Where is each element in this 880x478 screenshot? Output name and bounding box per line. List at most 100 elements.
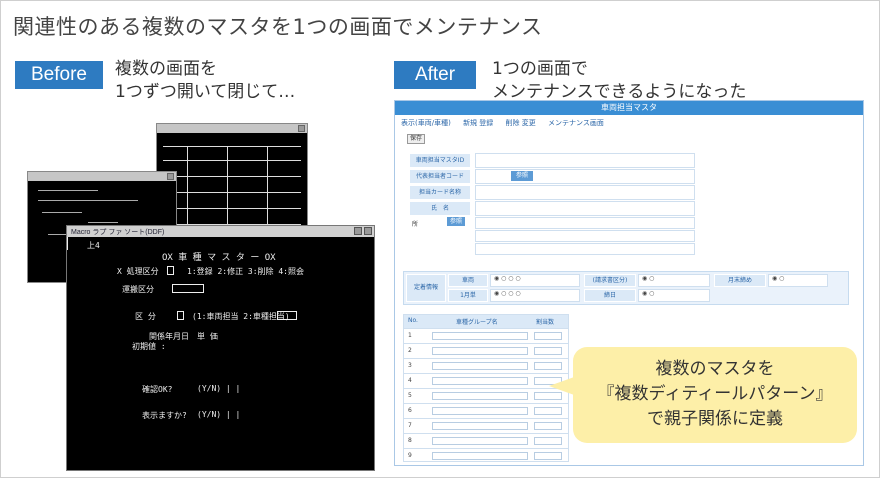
table-row: 8 — [404, 433, 568, 448]
close-icon — [167, 173, 174, 180]
row-number: 4 — [408, 377, 412, 384]
toolbar-item-maintenance[interactable]: メンテナンス画面 — [548, 119, 604, 127]
reference-button[interactable]: 参照 — [511, 171, 533, 181]
invoice-radio-group[interactable]: ◉ ○ — [638, 274, 710, 287]
count-input[interactable] — [534, 407, 562, 415]
master-form: 車両担当マスタID 代表担当者コード 参照 担当カード名称 氏 名 所 参照 — [403, 153, 849, 256]
toolbar-item-edit[interactable]: 削除 変更 — [506, 119, 536, 127]
row-number: 8 — [408, 437, 412, 444]
title-bar: Macro ラプ ファ ソート(DDF) — [67, 226, 374, 237]
table-row: 5 — [404, 388, 568, 403]
field-label-5: 初期値 : — [132, 342, 166, 351]
row-number: 3 — [408, 362, 412, 369]
count-input[interactable] — [534, 452, 562, 460]
callout-line2: 『複数ディティールパターン』 — [597, 384, 833, 404]
label-name: 氏 名 — [409, 201, 471, 216]
label-closing: 締日 — [584, 289, 636, 302]
group-name-input[interactable] — [432, 452, 528, 460]
after-badge: After — [394, 61, 476, 89]
label-month-end: 月末締め — [714, 274, 766, 287]
group-name-input[interactable] — [432, 437, 528, 445]
label-invoice: (請求書区分) — [584, 274, 636, 287]
office-row-2 — [475, 230, 695, 242]
group-name-input[interactable] — [432, 332, 528, 340]
callout-line3: で親子関係に定義 — [647, 409, 783, 429]
window-title: 車両担当マスタ — [395, 101, 863, 115]
label-settings: 定着情報 — [406, 274, 446, 302]
confirm-prompt-2: 表示ますか? — [142, 411, 187, 420]
rep-code-input[interactable] — [475, 169, 695, 184]
field-label-2: 運搬区分 — [122, 285, 154, 294]
name-input[interactable] — [475, 201, 695, 216]
row-number: 9 — [408, 452, 412, 459]
legacy-terminal-window-main: Macro ラプ ファ ソート(DDF) 上4 OX 車 種 マ ス タ ー O… — [66, 225, 375, 471]
group-name-input[interactable] — [432, 422, 528, 430]
count-input[interactable] — [534, 422, 562, 430]
settings-section: 定着情報 車両 ◉ ○ ○ ○ 1月単 ◉ ○ ○ ○ (請求書区分) ◉ ○ … — [403, 271, 849, 305]
screen-label: 上4 — [87, 241, 100, 250]
label-rep-code: 代表担当者コード — [409, 169, 471, 184]
before-badge: Before — [15, 61, 103, 89]
group-name-input[interactable] — [432, 407, 528, 415]
callout-bubble: 複数のマスタを 『複数ディティールパターン』 で親子関係に定義 — [573, 347, 857, 443]
monthly-radio-group[interactable]: ◉ ○ ○ ○ — [490, 289, 580, 302]
count-input[interactable] — [534, 437, 562, 445]
month-end-radio-group[interactable]: ◉ ○ — [768, 274, 828, 287]
count-input[interactable] — [534, 332, 562, 340]
row-number: 7 — [408, 422, 412, 429]
before-caption-line1: 複数の画面を — [115, 59, 217, 79]
table-row: 4 — [404, 373, 568, 388]
closing-radio-group[interactable]: ◉ ○ — [638, 289, 710, 302]
row-number: 5 — [408, 392, 412, 399]
screen-title: OX 車 種 マ ス タ ー OX — [162, 253, 276, 263]
label-card-name: 担当カード名称 — [409, 185, 471, 200]
grid-header: No. 車種グループ名 割当数 — [404, 315, 568, 328]
toolbar-item-list[interactable]: 表示(車両/車種) — [401, 119, 451, 127]
group-name-input[interactable] — [432, 377, 528, 385]
row-number: 2 — [408, 347, 412, 354]
title-bar — [157, 124, 307, 133]
close-icon — [364, 227, 372, 235]
table-row: 1 — [404, 328, 568, 343]
group-name-input[interactable] — [432, 392, 528, 400]
row-number: 1 — [408, 332, 412, 339]
office-reference-button[interactable]: 参照 — [447, 217, 465, 226]
row-number: 6 — [408, 407, 412, 414]
close-icon — [298, 125, 305, 132]
count-input[interactable] — [534, 362, 562, 370]
save-button[interactable]: 保存 — [407, 134, 425, 144]
table-row: 3 — [404, 358, 568, 373]
col-header-count: 割当数 — [536, 319, 555, 326]
label-monthly: 1月単 — [448, 289, 488, 302]
after-caption-line1: 1つの画面で — [492, 59, 588, 79]
office-row-1 — [475, 217, 695, 229]
table-row: 7 — [404, 418, 568, 433]
field-label-1: X 処理区分 — [117, 267, 159, 276]
card-name-input[interactable] — [475, 185, 695, 200]
callout-line1: 複数のマスタを — [655, 359, 775, 379]
field-label-3: 区 分 — [135, 312, 156, 321]
label-master-id: 車両担当マスタID — [409, 153, 471, 168]
confirm-prompt-1: 確認OK? — [142, 385, 173, 394]
group-name-input[interactable] — [432, 362, 528, 370]
detail-grid: No. 車種グループ名 割当数 1 2 3 4 5 6 7 8 9 — [403, 314, 569, 462]
table-row: 9 — [404, 448, 568, 463]
page-title: 関連性のある複数のマスタを1つの画面でメンテナンス — [13, 15, 543, 39]
label-vehicle: 車両 — [448, 274, 488, 287]
col-header-no: No. — [408, 317, 418, 324]
master-id-value — [475, 153, 695, 168]
window-title: Macro ラプ ファ ソート(DDF) — [71, 229, 165, 236]
title-bar — [28, 172, 176, 181]
figure-frame: 関連性のある複数のマスタを1つの画面でメンテナンス Before 複数の画面を … — [0, 0, 880, 478]
group-name-input[interactable] — [432, 347, 528, 355]
maximize-icon — [354, 227, 362, 235]
office-row-3 — [475, 243, 695, 255]
table-row: 2 — [404, 343, 568, 358]
toolbar: 表示(車両/車種) 新規 登録 削除 変更 メンテナンス画面 — [401, 118, 614, 130]
before-caption-line2: 1つずつ開いて閉じて… — [115, 82, 296, 102]
vehicle-radio-group[interactable]: ◉ ○ ○ ○ — [490, 274, 580, 287]
count-input[interactable] — [534, 347, 562, 355]
table-row: 6 — [404, 403, 568, 418]
col-header-group: 車種グループ名 — [456, 319, 498, 326]
toolbar-item-new[interactable]: 新規 登録 — [463, 119, 493, 127]
